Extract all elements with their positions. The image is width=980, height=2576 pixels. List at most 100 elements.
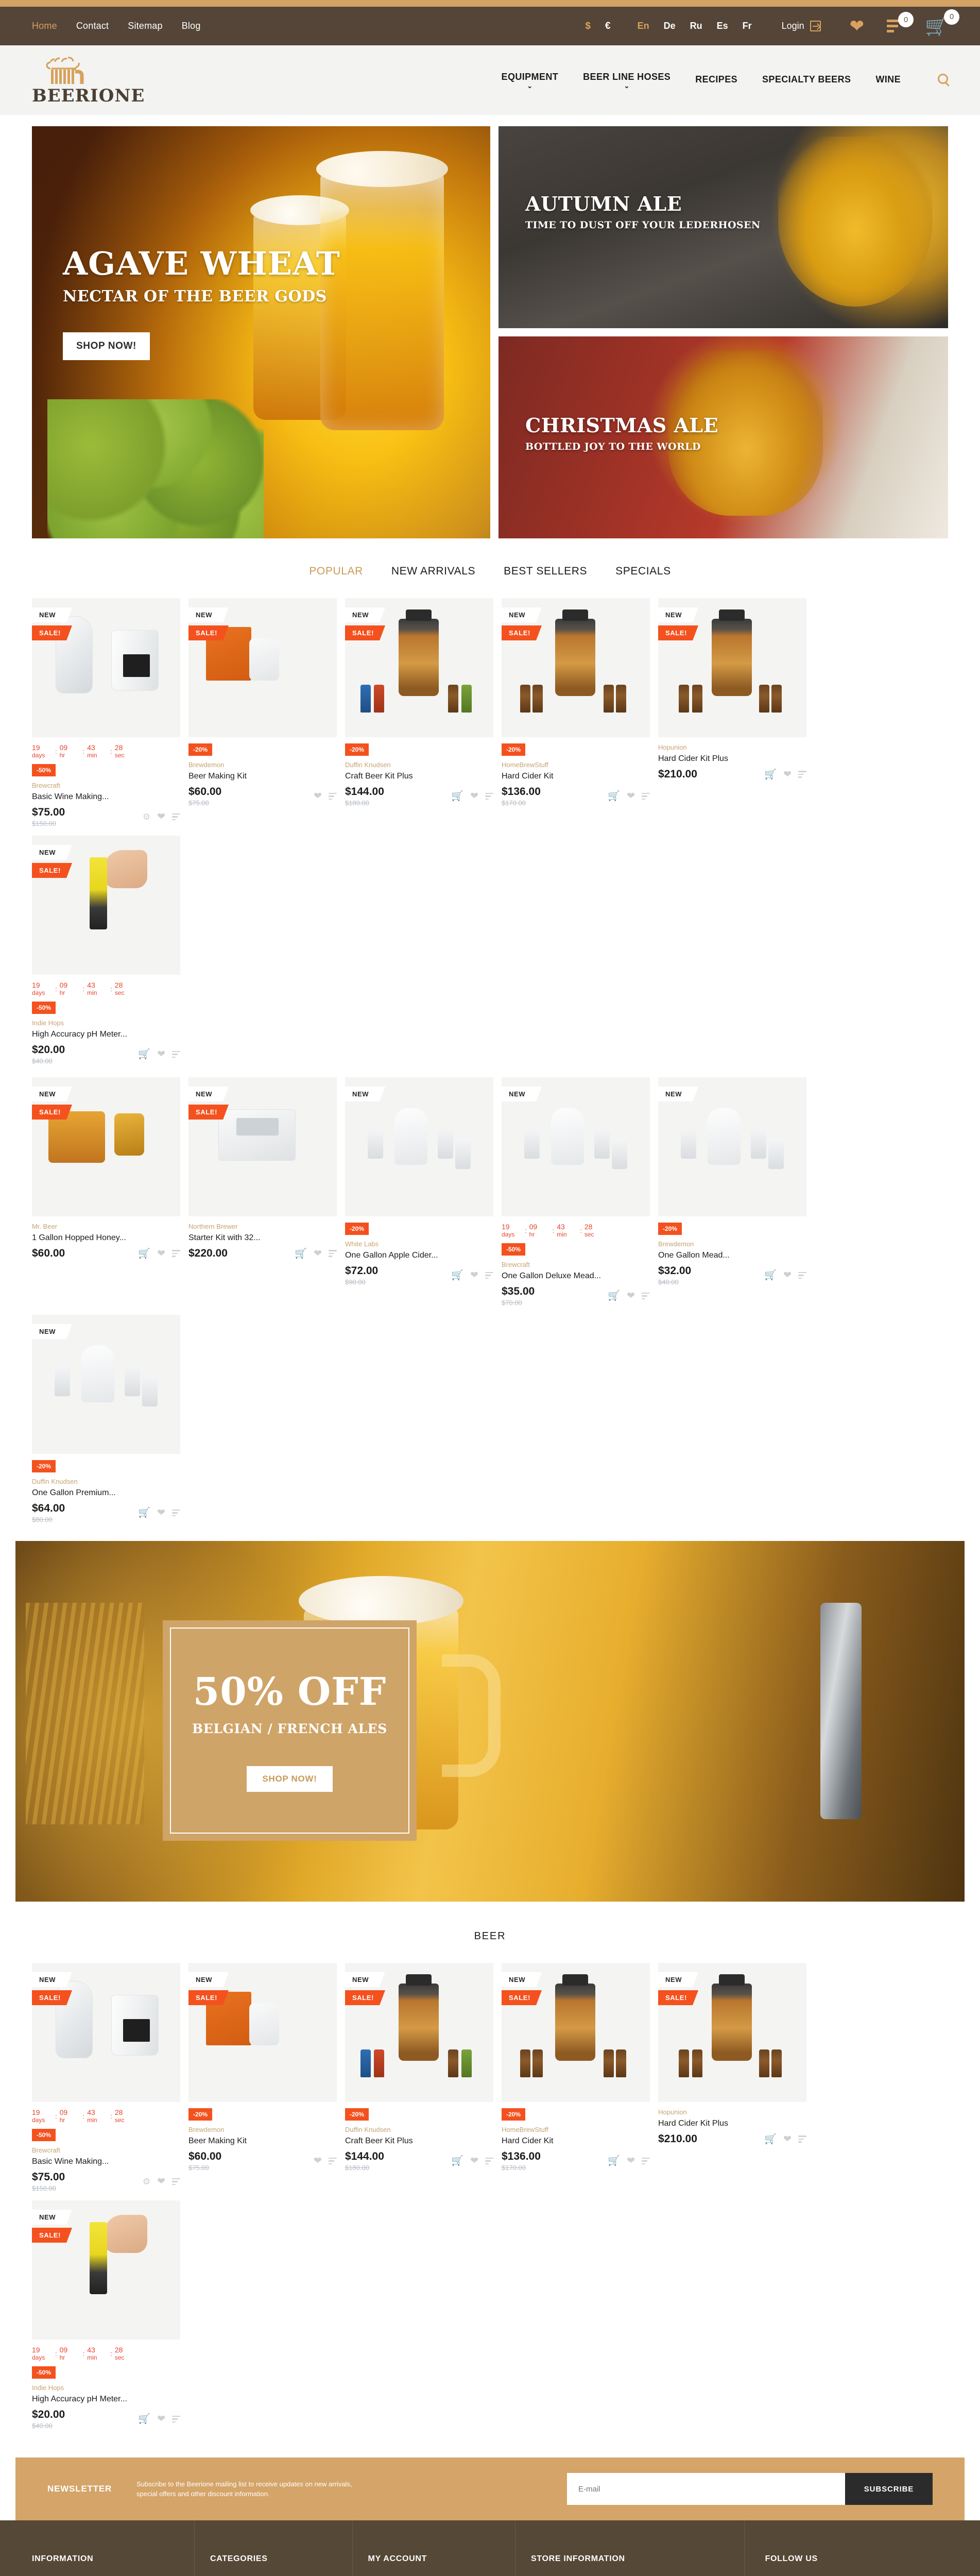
product-thumbnail[interactable]: NEW SALE! <box>502 1963 650 2102</box>
product-name[interactable]: 1 Gallon Hopped Honey... <box>32 1233 180 1243</box>
product-thumbnail[interactable]: NEW <box>32 1315 180 1454</box>
product-thumbnail[interactable]: NEW SALE! <box>345 598 493 737</box>
product-thumbnail[interactable]: NEW <box>502 1077 650 1216</box>
product-name[interactable]: Hard Cider Kit <box>502 771 650 782</box>
language-es[interactable]: Es <box>717 21 728 31</box>
add-to-wishlist-icon[interactable]: ❤ <box>157 812 165 822</box>
add-to-wishlist-icon[interactable]: ❤ <box>157 1049 165 1059</box>
compare-icon[interactable] <box>329 1250 337 1257</box>
add-to-wishlist-icon[interactable]: ❤ <box>783 2134 792 2144</box>
add-to-cart-icon[interactable]: 🛒 <box>608 1291 620 1301</box>
hero-banner-christmas-ale[interactable]: CHRISTMAS ALE BOTTLED JOY TO THE WORLD <box>498 336 948 538</box>
product-name[interactable]: Starter Kit with 32... <box>188 1233 337 1243</box>
product-thumbnail[interactable]: NEW SALE! <box>32 1077 180 1216</box>
product-name[interactable]: One Gallon Premium... <box>32 1488 180 1498</box>
newsletter-subscribe-button[interactable]: SUBSCRIBE <box>845 2473 933 2505</box>
language-ru[interactable]: Ru <box>690 21 702 31</box>
product-card[interactable]: NEW SALE! Hopunion Hard Cider Kit Plus $210.… <box>658 1963 806 2192</box>
search-button[interactable] <box>938 74 948 87</box>
product-card[interactable]: NEW SALE! -20% HomeBrewStuff Hard Cider Kit $… <box>502 598 650 827</box>
product-thumbnail[interactable]: NEW SALE! <box>188 1963 337 2102</box>
add-to-wishlist-icon[interactable]: ❤ <box>314 791 322 801</box>
topbar-link-sitemap[interactable]: Sitemap <box>128 21 162 31</box>
language-fr[interactable]: Fr <box>743 21 752 31</box>
product-thumbnail[interactable]: NEW <box>345 1077 493 1216</box>
hero-banner-autumn-ale[interactable]: AUTUMN ALE TIME TO DUST OFF YOUR LEDERHO… <box>498 126 948 328</box>
product-card[interactable]: NEW SALE! -20% HomeBrewStuff Hard Cider Kit $… <box>502 1963 650 2192</box>
product-name[interactable]: Basic Wine Making... <box>32 792 180 802</box>
product-card[interactable]: NEW SALE! -20% Brewdemon Beer Making Kit $60.… <box>188 598 337 827</box>
product-name[interactable]: High Accuracy pH Meter... <box>32 2394 180 2404</box>
product-card[interactable]: NEW SALE! 19 days:09 hr:43 min:28 sec -50% Brewc… <box>32 1963 180 2192</box>
login-button[interactable]: Login <box>782 21 821 31</box>
compare-icon[interactable] <box>172 1250 180 1257</box>
language-switcher[interactable]: En De Ru Es Fr <box>638 21 752 31</box>
topbar-link-contact[interactable]: Contact <box>76 21 109 31</box>
product-card[interactable]: NEW -20% Duffin Knudsen One Gallon Premium.… <box>32 1315 180 1523</box>
add-to-wishlist-icon[interactable]: ❤ <box>470 2156 478 2166</box>
compare-icon[interactable] <box>329 2157 337 2165</box>
language-de[interactable]: De <box>664 21 676 31</box>
add-to-wishlist-icon[interactable]: ❤ <box>783 1270 792 1280</box>
currency-eur[interactable]: € <box>605 21 611 32</box>
add-to-wishlist-icon[interactable]: ❤ <box>627 2156 635 2166</box>
product-card[interactable]: NEW -20% White Labs One Gallon Apple Cider.… <box>345 1077 493 1307</box>
product-name[interactable]: One Gallon Mead... <box>658 1250 806 1261</box>
add-to-cart-icon[interactable]: 🛒 <box>138 1508 150 1518</box>
add-to-wishlist-icon[interactable]: ❤ <box>157 2414 165 2424</box>
compare-icon[interactable] <box>642 2157 650 2165</box>
product-thumbnail[interactable]: NEW SALE! <box>188 1077 337 1216</box>
product-name[interactable]: High Accuracy pH Meter... <box>32 1029 180 1040</box>
product-name[interactable]: Basic Wine Making... <box>32 2157 180 2167</box>
product-name[interactable]: Hard Cider Kit <box>502 2136 650 2146</box>
nav-item-specialty-beers[interactable]: SPECIALTY BEERS <box>762 74 851 86</box>
promo-shop-now-button[interactable]: SHOP NOW! <box>247 1766 333 1792</box>
product-name[interactable]: One Gallon Deluxe Mead... <box>502 1271 650 1281</box>
product-card[interactable]: NEW SALE! Hopunion Hard Cider Kit Plus $210.… <box>658 598 806 827</box>
nav-item-equipment[interactable]: EQUIPMENT ⌄ <box>502 72 559 89</box>
add-to-wishlist-icon[interactable]: ❤ <box>470 791 478 801</box>
add-to-wishlist-icon[interactable]: ❤ <box>157 1508 165 1518</box>
product-name[interactable]: Craft Beer Kit Plus <box>345 2136 493 2146</box>
settings-gear-icon[interactable]: ⚙ <box>143 2177 150 2186</box>
topbar-link-home[interactable]: Home <box>32 21 57 31</box>
product-name[interactable]: Hard Cider Kit Plus <box>658 2119 806 2129</box>
product-card[interactable]: NEW SALE! -20% Duffin Knudsen Craft Beer Kit… <box>345 598 493 827</box>
add-to-cart-icon[interactable]: 🛒 <box>764 2134 777 2144</box>
add-to-cart-icon[interactable]: 🛒 <box>138 2414 150 2424</box>
compare-icon[interactable] <box>642 1292 650 1300</box>
compare-icon[interactable] <box>172 2415 180 2423</box>
currency-usd[interactable]: $ <box>585 21 591 32</box>
product-thumbnail[interactable]: NEW SALE! <box>32 1963 180 2102</box>
compare-icon[interactable] <box>798 1272 806 1279</box>
compare-icon[interactable] <box>329 792 337 800</box>
compare-icon[interactable] <box>172 813 180 821</box>
nav-item-beer-line-hoses[interactable]: BEER LINE HOSES ⌄ <box>583 72 670 89</box>
compare-icon[interactable] <box>172 1509 180 1517</box>
add-to-wishlist-icon[interactable]: ❤ <box>627 1291 635 1301</box>
nav-item-recipes[interactable]: RECIPES <box>695 74 737 86</box>
hero-main-shop-now-button[interactable]: SHOP NOW! <box>63 332 150 360</box>
promo-banner[interactable]: 50% OFF BELGIAN / FRENCH ALES SHOP NOW! <box>15 1541 965 1902</box>
product-thumbnail[interactable]: NEW SALE! <box>658 598 806 737</box>
add-to-cart-icon[interactable]: 🛒 <box>138 1049 150 1059</box>
add-to-cart-icon[interactable]: 🛒 <box>608 2156 620 2166</box>
add-to-wishlist-icon[interactable]: ❤ <box>314 2156 322 2166</box>
add-to-wishlist-icon[interactable]: ❤ <box>470 1270 478 1280</box>
product-name[interactable]: Beer Making Kit <box>188 771 337 782</box>
topbar-link-blog[interactable]: Blog <box>182 21 201 31</box>
hero-banner-main[interactable]: AGAVE WHEAT NECTAR OF THE BEER GODS SHOP… <box>32 126 490 538</box>
product-thumbnail[interactable]: NEW SALE! <box>32 2200 180 2340</box>
add-to-wishlist-icon[interactable]: ❤ <box>627 791 635 801</box>
compare-button[interactable]: 0 <box>887 12 914 32</box>
language-en[interactable]: En <box>638 21 649 31</box>
compare-icon[interactable] <box>172 1050 180 1058</box>
add-to-cart-icon[interactable]: 🛒 <box>764 1270 777 1280</box>
compare-icon[interactable] <box>485 2157 493 2165</box>
product-card[interactable]: NEW SALE! Northern Brewer Starter Kit with … <box>188 1077 337 1307</box>
product-card[interactable]: NEW SALE! 19 days:09 hr:43 min:28 sec -50% Brewc… <box>32 598 180 827</box>
product-card[interactable]: NEW SALE! -20% Brewdemon Beer Making Kit $60.… <box>188 1963 337 2192</box>
product-thumbnail[interactable]: NEW SALE! <box>345 1963 493 2102</box>
wishlist-heart-icon[interactable]: ❤ <box>850 18 865 35</box>
tab-best-sellers[interactable]: BEST SELLERS <box>504 565 587 578</box>
